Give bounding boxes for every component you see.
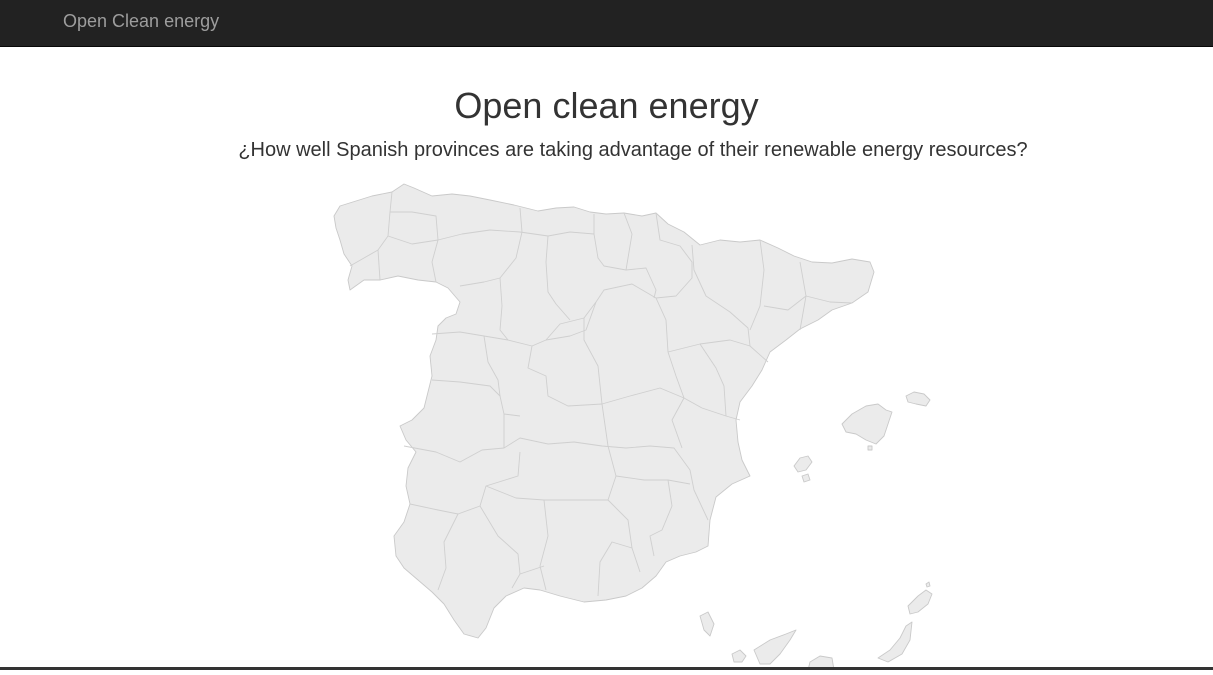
spain-map-container xyxy=(0,0,1213,671)
mainland-spain[interactable] xyxy=(333,183,875,639)
spain-provinces-map xyxy=(333,183,933,671)
la-palma-island[interactable] xyxy=(699,611,715,637)
ibiza-island[interactable] xyxy=(793,455,813,473)
mallorca-island[interactable] xyxy=(841,403,893,445)
tenerife-island[interactable] xyxy=(753,629,797,665)
fuerteventura-island[interactable] xyxy=(877,621,913,663)
la-gomera-island[interactable] xyxy=(731,649,747,663)
alegranza-island[interactable] xyxy=(925,581,931,588)
cabrera-island[interactable] xyxy=(867,445,873,451)
lanzarote-island[interactable] xyxy=(907,589,933,615)
formentera-island[interactable] xyxy=(801,473,811,483)
menorca-island[interactable] xyxy=(905,391,931,407)
